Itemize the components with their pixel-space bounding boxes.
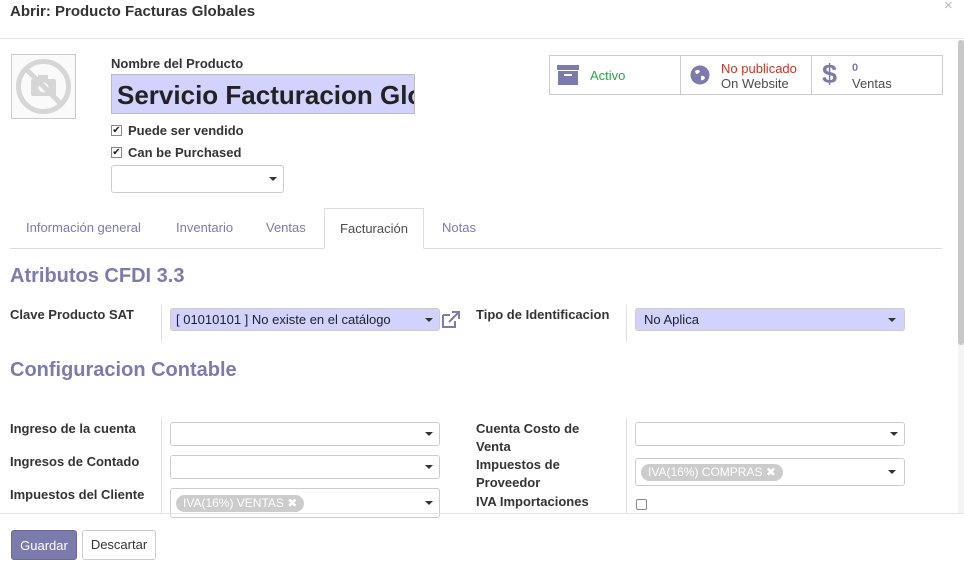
tax-tag-label: IVA(16%) VENTAS (183, 496, 284, 510)
tipo-identificacion-select[interactable]: No Aplica (635, 308, 905, 331)
tab-notas[interactable]: Notas (442, 208, 476, 248)
cfdi-section-title: Atributos CFDI 3.3 (10, 265, 185, 287)
sales-label: Ventas (852, 76, 892, 91)
no-photo-icon (16, 59, 71, 114)
save-button[interactable]: Guardar (11, 530, 77, 560)
can-be-purchased-checkbox[interactable]: ✔ (111, 147, 122, 158)
chevron-down-icon (425, 465, 433, 469)
can-be-purchased-label: Can be Purchased (128, 145, 242, 160)
tab-inventario[interactable]: Inventario (176, 208, 233, 248)
unpublished-label: No publicado (721, 61, 797, 76)
divider (161, 418, 162, 513)
tipo-identificacion-label: Tipo de Identificacion (476, 307, 610, 322)
chevron-down-icon (425, 501, 433, 505)
accounting-section-title: Configuracion Contable (10, 359, 237, 381)
chevron-down-icon (890, 432, 898, 436)
stat-buttons: Activo No publicado On Website $ 0 Venta… (549, 55, 943, 95)
chevron-down-icon (425, 317, 433, 322)
tab-ventas[interactable]: Ventas (266, 208, 306, 248)
external-link-icon[interactable] (441, 311, 461, 329)
tax-tag: IVA(16%) VENTAS ✖ (176, 495, 305, 512)
product-name-label: Nombre del Producto (111, 56, 244, 71)
impuestos-proveedor-label-line1: Impuestos de (476, 457, 560, 472)
impuestos-proveedor-label-line2: Proveedor (476, 475, 541, 490)
can-be-sold-checkbox[interactable]: ✔ (111, 125, 122, 136)
tipo-identificacion-value: No Aplica (644, 312, 699, 327)
scrollbar-thumb[interactable] (958, 40, 964, 345)
clave-producto-sat-select[interactable]: [ 01010101 ] No existe en el catálogo (170, 308, 440, 331)
tax-tag: IVA(16%) COMPRAS ✖ (641, 464, 783, 481)
iva-importaciones-label: IVA Importaciones (476, 494, 589, 509)
sales-stat-button[interactable]: $ 0 Ventas (812, 56, 942, 94)
remove-tag-icon[interactable]: ✖ (766, 465, 776, 479)
active-stat-button[interactable]: Activo (550, 56, 681, 94)
product-image[interactable] (11, 54, 76, 119)
remove-tag-icon[interactable]: ✖ (287, 496, 297, 510)
on-website-label: On Website (721, 76, 789, 91)
clave-producto-sat-value: [ 01010101 ] No existe en el catálogo (176, 312, 391, 327)
notebook-tabs: Información general Inventario Ventas Fa… (10, 208, 942, 249)
ingresos-contado-select[interactable] (170, 455, 440, 479)
tab-facturacion[interactable]: Facturación (324, 208, 424, 249)
divider (626, 418, 627, 513)
cuenta-costo-label-line1: Cuenta Costo de (476, 421, 580, 436)
archive-icon (557, 65, 579, 85)
iva-importaciones-checkbox[interactable] (636, 499, 647, 510)
active-label: Activo (590, 68, 626, 83)
cuenta-costo-venta-select[interactable] (635, 422, 905, 446)
divider (626, 305, 627, 342)
ingreso-cuenta-select[interactable] (170, 422, 440, 446)
clave-producto-sat-label: Clave Producto SAT (10, 307, 135, 322)
divider (161, 305, 162, 342)
chevron-down-icon (425, 432, 433, 436)
chevron-down-icon (888, 317, 896, 322)
dialog-title: Abrir: Producto Facturas Globales (10, 3, 256, 20)
cuenta-costo-label-line2: Venta (476, 439, 511, 454)
can-be-sold-label: Puede ser vendido (128, 123, 244, 138)
impuestos-proveedor-select[interactable]: IVA(16%) COMPRAS ✖ (635, 458, 905, 486)
product-name-input[interactable]: Servicio Facturacion Global (111, 74, 415, 114)
sales-count: 0 (852, 62, 859, 74)
dollar-icon: $ (822, 59, 838, 89)
tab-informacion-general[interactable]: Información general (26, 208, 141, 248)
chevron-down-icon (888, 470, 896, 474)
discard-button[interactable]: Descartar (82, 530, 156, 560)
chevron-down-icon (269, 177, 277, 181)
website-stat-button[interactable]: No publicado On Website (681, 56, 812, 94)
close-icon[interactable]: × (944, 0, 953, 14)
ingresos-contado-label: Ingresos de Contado (10, 454, 140, 469)
impuestos-cliente-label: Impuestos del Cliente (10, 487, 145, 502)
product-type-select[interactable] (111, 165, 284, 193)
ingreso-cuenta-label: Ingreso de la cuenta (10, 421, 136, 436)
globe-icon (690, 65, 710, 85)
tax-tag-label: IVA(16%) COMPRAS (648, 465, 763, 479)
